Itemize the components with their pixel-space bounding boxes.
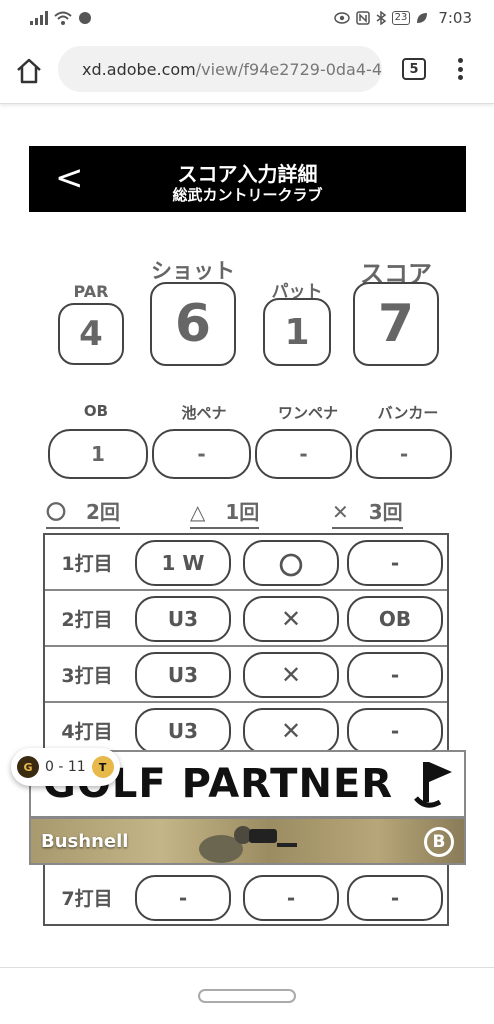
address-bar[interactable]: xd.adobe.com/view/f94e2729-0da4-4 [58,46,382,92]
shot-label: 1打目 [61,552,113,575]
penalty-label-bunker: バンカー [377,404,439,422]
bottom-divider [0,967,494,968]
course-name: 総武カントリークラブ [172,186,323,204]
bushnell-brand: Bushnell [41,831,129,852]
shot-label: 2打目 [61,608,113,631]
putt-box[interactable]: 1 [263,298,331,366]
gesture-bar[interactable] [198,989,296,1003]
penalty-cell[interactable]: - [347,708,443,754]
score-chip[interactable]: G 0 - 11 T [11,748,120,786]
result-cell[interactable]: ✕ [243,596,339,642]
summary-circle-count: 〇 2回 [46,496,120,529]
url-host: xd.adobe.com [82,59,196,79]
penalty-pond-field[interactable]: - [152,429,251,479]
url-path: /view/f94e2729-0da4-4 [195,59,382,79]
tab-switcher-button[interactable]: 5 [402,58,426,80]
shot-box[interactable]: 6 [150,282,236,366]
penalty-bunker-field[interactable]: - [356,429,452,479]
eye-icon [333,12,350,24]
bushnell-ad[interactable]: Bushnell B [29,817,466,865]
status-bar: 23 7:03 [0,0,494,36]
more-menu-icon[interactable] [452,54,468,84]
penalty-label-pond: 池ペナ [181,404,227,422]
bluetooth-icon [376,11,386,25]
penalty-label-ob: OB [83,402,109,420]
club-cell[interactable]: U3 [135,596,231,642]
status-right: 23 7:03 [333,9,472,27]
team-logo-icon: G [17,756,39,778]
penalty-label-one-penalty: ワンペナ [277,404,338,422]
signal-icon [30,11,48,25]
shot-label: 3打目 [61,664,113,687]
result-cell[interactable]: - [243,875,339,921]
home-icon[interactable] [14,56,44,86]
club-cell[interactable]: - [135,875,231,921]
penalty-one-penalty-field[interactable]: - [255,429,352,479]
result-cell[interactable]: ✕ [243,652,339,698]
page-title: スコア入力詳細 [177,162,318,186]
team-logo-icon: T [91,756,114,778]
penalty-cell[interactable]: - [347,875,443,921]
summary-cross-count: ✕ 3回 [332,496,403,529]
browser-toolbar: xd.adobe.com/view/f94e2729-0da4-4 5 [0,36,494,104]
bushnell-logo-icon: B [424,827,454,857]
penalty-cell[interactable]: - [347,540,443,586]
score-box[interactable]: 7 [353,282,439,366]
table-row: 7打目 - - - [45,870,447,924]
table-row: 1打目 1 W 〇 - [45,535,447,591]
ball-icon [79,12,91,24]
par-label: PAR [73,282,109,301]
leaf-icon [417,13,428,23]
app-header: < スコア入力詳細 総武カントリークラブ [29,146,466,212]
result-cell[interactable]: 〇 [243,540,339,586]
battery-icon: 23 [391,11,411,25]
penalty-ob-field[interactable]: 1 [48,429,148,479]
summary-triangle-count: △ 1回 [190,496,260,529]
shot-label: ショット [151,259,235,283]
result-cell[interactable]: ✕ [243,708,339,754]
nfc-icon [355,11,370,25]
rangefinder-photo-icon [199,826,297,863]
par-box[interactable]: 4 [58,303,124,365]
penalty-cell[interactable]: - [347,652,443,698]
club-cell[interactable]: 1 W [135,540,231,586]
status-time: 7:03 [438,9,472,27]
club-cell[interactable]: U3 [135,652,231,698]
club-cell[interactable]: U3 [135,708,231,754]
shot-label: 7打目 [61,887,113,910]
shots-table: 1打目 1 W 〇 - 2打目 U3 ✕ OB 3打目 U3 ✕ - 4打目 U… [43,533,449,926]
flag-icon [414,762,452,808]
wifi-icon [54,11,72,25]
score-chip-text: 0 - 11 [45,759,86,775]
table-row: 3打目 U3 ✕ - [45,647,447,703]
status-left [30,11,92,25]
table-row: 2打目 U3 ✕ OB [45,591,447,647]
penalty-cell[interactable]: OB [347,596,443,642]
